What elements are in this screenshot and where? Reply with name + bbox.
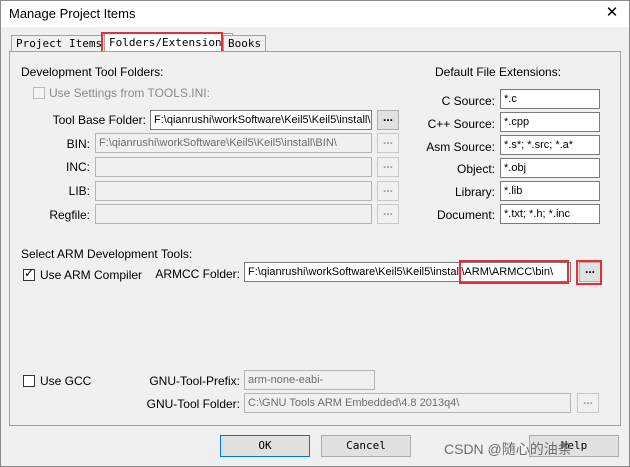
use-gcc-checkbox[interactable] (23, 375, 35, 387)
watermark-text: CSDN @随心的油条 (444, 441, 572, 457)
tab-folders-extensions[interactable]: Folders/Extensions (104, 33, 234, 53)
checkmark-icon: ✓ (24, 266, 35, 280)
lib-folder-input[interactable] (95, 181, 372, 201)
lib-browse-button[interactable]: ... (377, 181, 399, 201)
use-settings-label: Use Settings from TOOLS.INI: (49, 86, 210, 100)
regfile-input[interactable] (95, 204, 372, 224)
tool-base-folder-input[interactable]: F:\qianrushi\workSoftware\Keil5\Keil5\in… (150, 110, 372, 130)
dev-tool-folders-heading: Development Tool Folders: (21, 65, 164, 79)
bin-label: BIN: (66, 137, 90, 151)
cpp-source-label: C++ Source: (427, 117, 495, 131)
inc-folder-input[interactable] (95, 157, 372, 177)
gnu-folder-browse-button[interactable]: ... (577, 393, 599, 413)
gnu-folder-label: GNU-Tool Folder: (146, 397, 240, 411)
regfile-label: Regfile: (49, 208, 90, 222)
asm-source-label: Asm Source: (426, 140, 495, 154)
tab-books[interactable]: Books (223, 35, 267, 52)
document-input[interactable]: *.txt; *.h; *.inc (500, 204, 600, 224)
window-title: Manage Project Items (9, 6, 136, 21)
use-settings-checkbox[interactable] (33, 87, 45, 99)
title-bar: Manage Project Items ✕ (1, 1, 629, 27)
use-gcc-label: Use GCC (40, 374, 92, 388)
regfile-browse-button[interactable]: ... (377, 204, 399, 224)
c-source-input[interactable]: *.c (500, 89, 600, 109)
object-label: Object: (456, 162, 495, 176)
ok-button[interactable]: OK (220, 435, 310, 457)
library-input[interactable]: *.lib (500, 181, 600, 201)
use-arm-compiler-checkbox[interactable]: ✓ (23, 266, 35, 281)
asm-source-input[interactable]: *.s*; *.src; *.a* (500, 135, 600, 155)
library-label: Library: (454, 185, 495, 199)
gnu-prefix-input[interactable]: arm-none-eabi- (244, 370, 375, 390)
bin-folder-input[interactable]: F:\qianrushi\workSoftware\Keil5\Keil5\in… (95, 133, 372, 153)
armcc-folder-input[interactable]: F:\qianrushi\workSoftware\Keil5\Keil5\in… (244, 262, 571, 282)
object-input[interactable]: *.obj (500, 158, 600, 178)
armcc-browse-button[interactable]: ... (579, 262, 601, 282)
document-label: Document: (436, 208, 495, 222)
inc-label: INC: (66, 160, 90, 174)
use-arm-compiler-label: Use ARM Compiler (40, 268, 143, 282)
cpp-source-input[interactable]: *.cpp (500, 112, 600, 132)
extensions-heading: Default File Extensions: (435, 65, 562, 79)
arm-tools-heading: Select ARM Development Tools: (21, 247, 193, 261)
dialog-window: Manage Project Items ✕ Project Items Fol… (0, 0, 630, 467)
gnu-folder-input[interactable]: C:\GNU Tools ARM Embedded\4.8 2013q4\ (244, 393, 571, 413)
close-icon[interactable]: ✕ (601, 3, 623, 23)
cancel-button[interactable]: Cancel (321, 435, 411, 457)
armcc-folder-label: ARMCC Folder: (155, 267, 240, 281)
lib-label: LIB: (68, 184, 90, 198)
tool-base-browse-button[interactable]: ... (377, 110, 399, 130)
c-source-label: C Source: (441, 94, 495, 108)
tab-project-items[interactable]: Project Items (11, 35, 108, 52)
gnu-prefix-label: GNU-Tool-Prefix: (149, 374, 240, 388)
tool-base-folder-label: Tool Base Folder: (52, 113, 146, 127)
bin-browse-button[interactable]: ... (377, 133, 399, 153)
inc-browse-button[interactable]: ... (377, 157, 399, 177)
